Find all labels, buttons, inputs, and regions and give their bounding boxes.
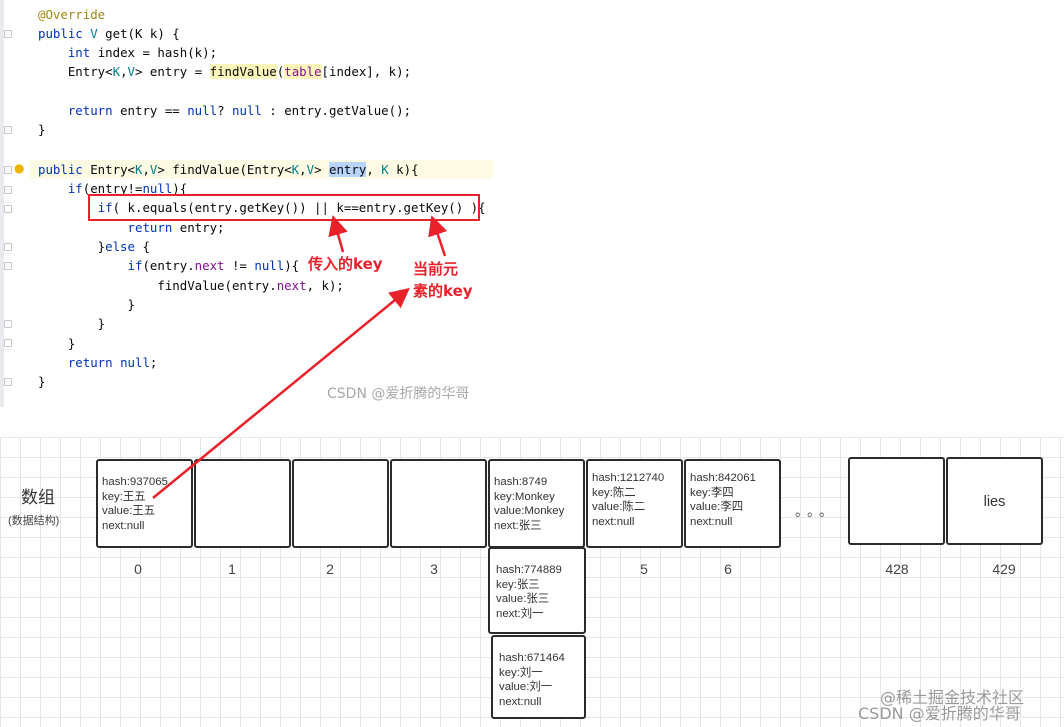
code-watermark: CSDN @爱折腾的华哥 xyxy=(327,386,470,402)
code-line[interactable]: if(entry.next != null){ xyxy=(38,256,300,275)
code-line[interactable]: findValue(entry.next, k); xyxy=(38,276,344,295)
ellipsis: 。。。 xyxy=(795,503,838,519)
slot-field: key:王五 xyxy=(102,490,146,503)
code-line[interactable]: }else { xyxy=(38,237,150,256)
slot-field: value:王五 xyxy=(102,505,156,517)
fold-marker-icon[interactable] xyxy=(4,262,12,270)
slot-field: key:陈二 xyxy=(592,486,636,499)
condition-highlight-box xyxy=(88,194,480,221)
slot-field: key:李四 xyxy=(690,486,734,499)
slot-field: next:null xyxy=(592,515,635,528)
slot-index: 2 xyxy=(326,561,334,577)
code-line[interactable]: return null; xyxy=(38,353,158,372)
code-line[interactable]: int index = hash(k); xyxy=(38,43,217,62)
array-slot xyxy=(848,457,945,545)
chain-field: value:张三 xyxy=(496,593,550,605)
slot-index: 428 xyxy=(885,561,909,577)
slot-field: hash:937065 xyxy=(102,476,168,488)
array-slot xyxy=(194,459,291,548)
slot-field: hash:842061 xyxy=(690,472,756,484)
code-line[interactable]: return entry == null? null : entry.getVa… xyxy=(38,101,411,120)
chain-field: hash:671464 xyxy=(499,652,565,664)
fold-marker-icon[interactable] xyxy=(4,186,12,194)
code-line[interactable]: } xyxy=(38,120,45,139)
fold-marker-icon[interactable] xyxy=(4,205,12,213)
fold-marker-icon[interactable] xyxy=(4,320,12,328)
fold-marker-icon[interactable] xyxy=(4,378,12,386)
current-key-note-line1: 当前元 xyxy=(413,260,459,278)
slot-index: 0 xyxy=(134,561,142,577)
current-key-note-line2: 素的key xyxy=(413,282,473,300)
code-editor: ● @Override public V get(K k) { int index… xyxy=(0,0,1064,407)
slot-field: value:李四 xyxy=(690,501,744,513)
array-slot: lies xyxy=(946,457,1043,545)
fold-marker-icon[interactable] xyxy=(4,243,12,251)
slot-field: next:张三 xyxy=(494,519,542,532)
array-subtitle: (数据结构) xyxy=(8,515,60,527)
slot-field: key:Monkey xyxy=(494,490,555,503)
code-line[interactable]: Entry<K,V> entry = findValue(table[index… xyxy=(38,62,411,81)
slot-index: 6 xyxy=(724,561,732,577)
array-title: 数组 xyxy=(21,488,55,507)
code-line[interactable]: } xyxy=(38,334,75,353)
fold-marker-icon[interactable] xyxy=(4,339,12,347)
fold-marker-icon[interactable] xyxy=(4,30,12,38)
code-line[interactable]: public Entry<K,V> findValue(Entry<K,V> e… xyxy=(38,160,419,179)
fold-marker-icon[interactable] xyxy=(4,126,12,134)
array-slot: hash:842061 key:李四 value:李四 next:null xyxy=(684,459,781,548)
bottom-watermark-2: CSDN @爱折腾的华哥 xyxy=(858,704,1021,723)
array-slot: hash:937065 key:王五 value:王五 next:null xyxy=(96,459,193,548)
slot-index: 429 xyxy=(992,561,1016,577)
chain-field: key:张三 xyxy=(496,578,540,591)
array-slot xyxy=(292,459,389,548)
array-slot: hash:8749 key:Monkey value:Monkey next:张三 xyxy=(488,459,585,548)
chain-field: key:刘一 xyxy=(499,666,543,679)
slot-index: 3 xyxy=(430,561,438,577)
code-line[interactable]: @Override xyxy=(38,5,105,24)
array-slot xyxy=(390,459,487,548)
slot-field: next:null xyxy=(102,519,145,532)
slot-field: value:Monkey xyxy=(494,505,565,517)
chain-node: hash:774889 key:张三 value:张三 next:刘一 xyxy=(488,547,586,634)
chain-node: hash:671464 key:刘一 value:刘一 next:null xyxy=(491,635,586,719)
fold-marker-icon[interactable] xyxy=(4,166,12,174)
code-line[interactable]: } xyxy=(38,295,135,314)
chain-field: value:刘一 xyxy=(499,681,553,693)
slot-field: hash:1212740 xyxy=(592,472,665,484)
code-line[interactable]: } xyxy=(38,372,45,391)
slot-index: 5 xyxy=(640,561,648,577)
chain-field: hash:774889 xyxy=(496,564,562,576)
slot-field: next:null xyxy=(690,515,733,528)
passed-key-note: 传入的key xyxy=(308,255,383,273)
slot-text: lies xyxy=(983,494,1006,510)
slot-field: value:陈二 xyxy=(592,501,646,513)
code-line[interactable]: } xyxy=(38,314,105,333)
chain-field: next:刘一 xyxy=(496,607,544,620)
chain-field: next:null xyxy=(499,695,542,708)
array-slot: hash:1212740 key:陈二 value:陈二 next:null xyxy=(586,459,683,548)
lightbulb-icon[interactable]: ● xyxy=(14,161,24,175)
slot-index: 1 xyxy=(228,561,236,577)
slot-field: hash:8749 xyxy=(494,476,548,488)
code-line[interactable]: public V get(K k) { xyxy=(38,24,180,43)
